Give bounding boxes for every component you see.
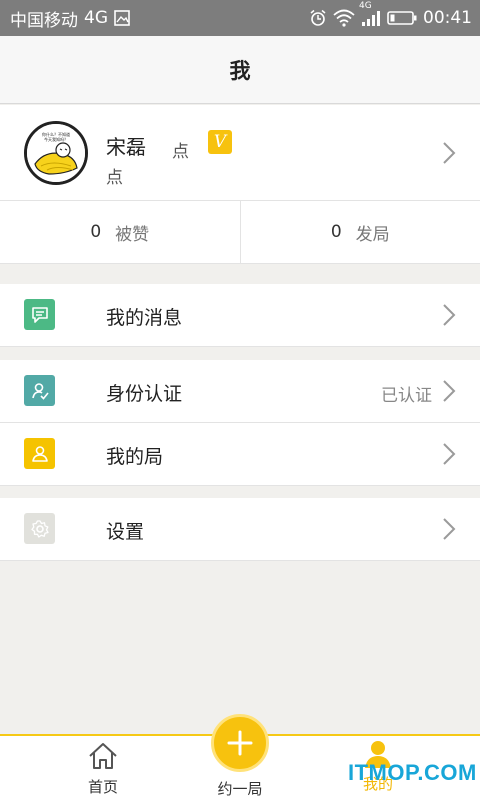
alarm-icon <box>309 9 327 27</box>
page-title: 我 <box>229 58 251 83</box>
stats-bar: 0 被赞 0 发局 <box>0 201 480 264</box>
wifi-icon <box>333 9 355 27</box>
likes-label: 被赞 <box>115 224 150 245</box>
vip-badge: V <box>208 130 232 154</box>
chevron-right-icon <box>442 141 456 169</box>
menu-label-my-games: 我的局 <box>106 446 164 468</box>
identity-status: 已认证 <box>381 386 432 406</box>
status-bar: 中国移动 4G 4G 00:41 <box>0 0 480 36</box>
chevron-right-icon <box>442 442 456 470</box>
tab-home[interactable]: 首页 <box>75 742 131 797</box>
tab-create-label: 约一局 <box>217 780 263 798</box>
group-icon <box>24 438 55 469</box>
profile-name: 宋磊 <box>106 135 146 159</box>
image-notification-icon <box>114 10 130 26</box>
avatar[interactable]: 你什么？不知道 今天我知吗？ <box>24 121 88 185</box>
menu-item-settings[interactable]: 设置 <box>0 498 480 560</box>
battery-icon <box>387 10 417 26</box>
menu-label-identity: 身份认证 <box>106 383 183 405</box>
message-icon <box>24 299 55 330</box>
vip-badge-label: V <box>213 131 227 152</box>
avatar-caption-2: 今天我知吗？ <box>44 136 68 142</box>
posts-label: 发局 <box>355 224 390 245</box>
stat-posts[interactable]: 0 发局 <box>239 201 480 263</box>
divider <box>0 560 480 561</box>
menu-item-identity[interactable]: 身份认证 已认证 <box>0 360 480 422</box>
nav-bar: 我 <box>0 36 480 104</box>
menu-item-my-games[interactable]: 我的局 <box>0 423 480 485</box>
likes-count: 0 <box>90 222 102 242</box>
chevron-right-icon <box>442 517 456 545</box>
network-small-label: 4G <box>359 1 372 11</box>
chevron-right-icon <box>442 379 456 407</box>
verified-user-icon <box>24 375 55 406</box>
home-icon <box>88 742 118 774</box>
carrier-label: 中国移动 <box>10 10 78 31</box>
menu-label-messages: 我的消息 <box>106 307 183 329</box>
posts-count: 0 <box>330 222 342 242</box>
divider <box>0 485 480 486</box>
menu-label-settings: 设置 <box>106 521 145 543</box>
profile-points-label: 点 <box>172 142 189 162</box>
watermark: ITMOP.COM <box>348 760 477 785</box>
menu-item-messages[interactable]: 我的消息 <box>0 284 480 346</box>
tab-create[interactable]: 约一局 <box>200 714 280 799</box>
clock-label: 00:41 <box>423 8 472 28</box>
tab-home-label: 首页 <box>87 778 118 796</box>
plus-icon[interactable] <box>211 714 269 772</box>
chevron-right-icon <box>442 303 456 331</box>
profile-second-line: 点 <box>106 168 123 188</box>
stat-likes[interactable]: 0 被赞 <box>0 201 240 263</box>
network-label: 4G <box>84 8 108 28</box>
signal-icon: 4G <box>359 1 381 27</box>
divider <box>0 346 480 347</box>
profile-card[interactable]: 你什么？不知道 今天我知吗？ 宋磊 点 V 点 <box>0 105 480 201</box>
gear-icon <box>24 513 55 544</box>
